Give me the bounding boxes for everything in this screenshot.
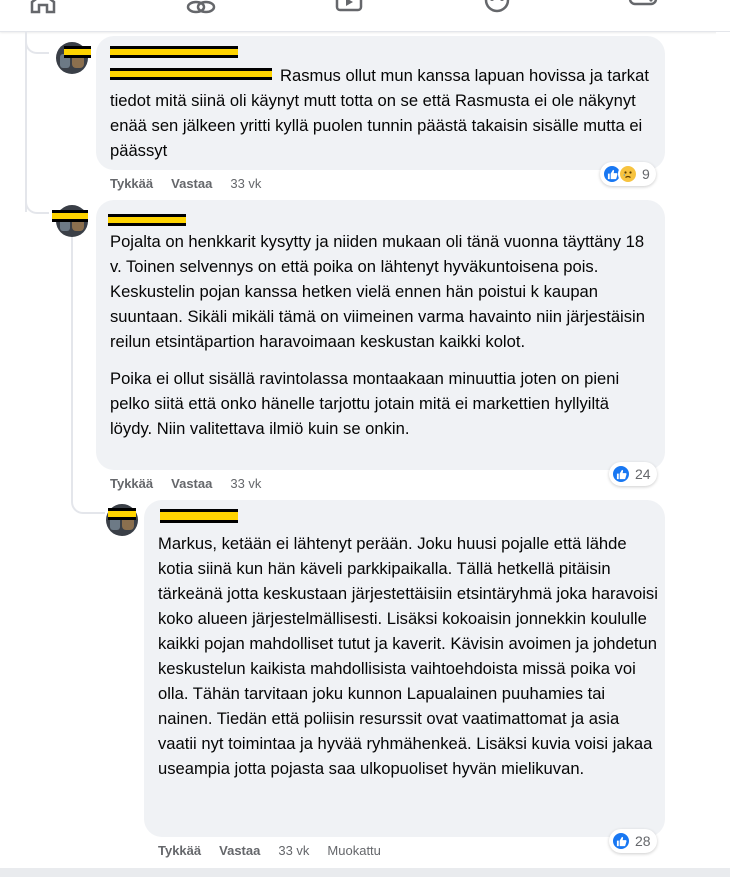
comment-text: Pojalta on henkkarit kysytty ja niiden m… [110,229,650,441]
comment-bubble: Rasmus ollut mun kanssa lapuan hovissa j… [96,36,665,170]
comment-actions: Tykkää Vastaa 33 vk [110,176,279,191]
marketplace-icon[interactable] [482,0,512,14]
top-navigation-bar [0,0,730,32]
comment-actions: Tykkää Vastaa 33 vk [110,476,279,491]
thread-line [71,236,73,484]
bottom-edge [0,868,730,877]
author-name-redacted[interactable] [160,509,238,523]
redaction-bar [52,210,88,222]
reaction-count: 28 [635,833,651,849]
comment-actions: Tykkää Vastaa 33 vk Muokattu [158,843,399,858]
author-name-redacted[interactable] [108,214,186,226]
comment-bubble: Markus, ketään ei lähtenyt perään. Joku … [144,500,665,837]
reaction-summary[interactable]: 24 [609,462,657,486]
like-reaction-icon [611,831,631,851]
redaction-bar [64,46,91,58]
reply-button[interactable]: Vastaa [171,176,212,191]
video-icon[interactable] [334,0,364,14]
thread-connector [25,40,49,54]
timestamp[interactable]: 33 vk [230,176,261,191]
comment-paragraph: Poika ei ollut sisällä ravintolassa mont… [110,369,620,438]
home-icon[interactable] [28,0,58,14]
scrollbar[interactable] [716,32,730,877]
thread-line [25,32,27,212]
gaming-icon[interactable] [628,0,658,14]
comment-text: Rasmus ollut mun kanssa lapuan hovissa j… [110,66,649,160]
author-name-redacted[interactable] [110,46,238,58]
redaction-bar [108,508,136,520]
like-button[interactable]: Tykkää [110,176,153,191]
timestamp[interactable]: 33 vk [278,843,309,858]
reply-button[interactable]: Vastaa [219,843,260,858]
like-button[interactable]: Tykkää [110,476,153,491]
like-reaction-icon [611,464,631,484]
comment-bubble: Pojalta on henkkarit kysytty ja niiden m… [96,200,665,470]
groups-icon[interactable] [186,0,216,14]
reaction-count: 24 [635,466,651,482]
reaction-summary[interactable]: 28 [609,829,657,853]
edited-label[interactable]: Muokattu [327,843,380,858]
thread-connector [25,200,49,214]
like-button[interactable]: Tykkää [158,843,201,858]
thread-connector [71,480,105,514]
reply-button[interactable]: Vastaa [171,476,212,491]
reaction-count: 9 [642,166,650,182]
comment-paragraph: Pojalta on henkkarit kysytty ja niiden m… [110,232,645,351]
timestamp[interactable]: 33 vk [230,476,261,491]
reaction-summary[interactable]: 9 [600,162,656,186]
comment-text: Markus, ketään ei lähtenyt perään. Joku … [158,534,658,778]
sad-reaction-icon [618,164,638,184]
